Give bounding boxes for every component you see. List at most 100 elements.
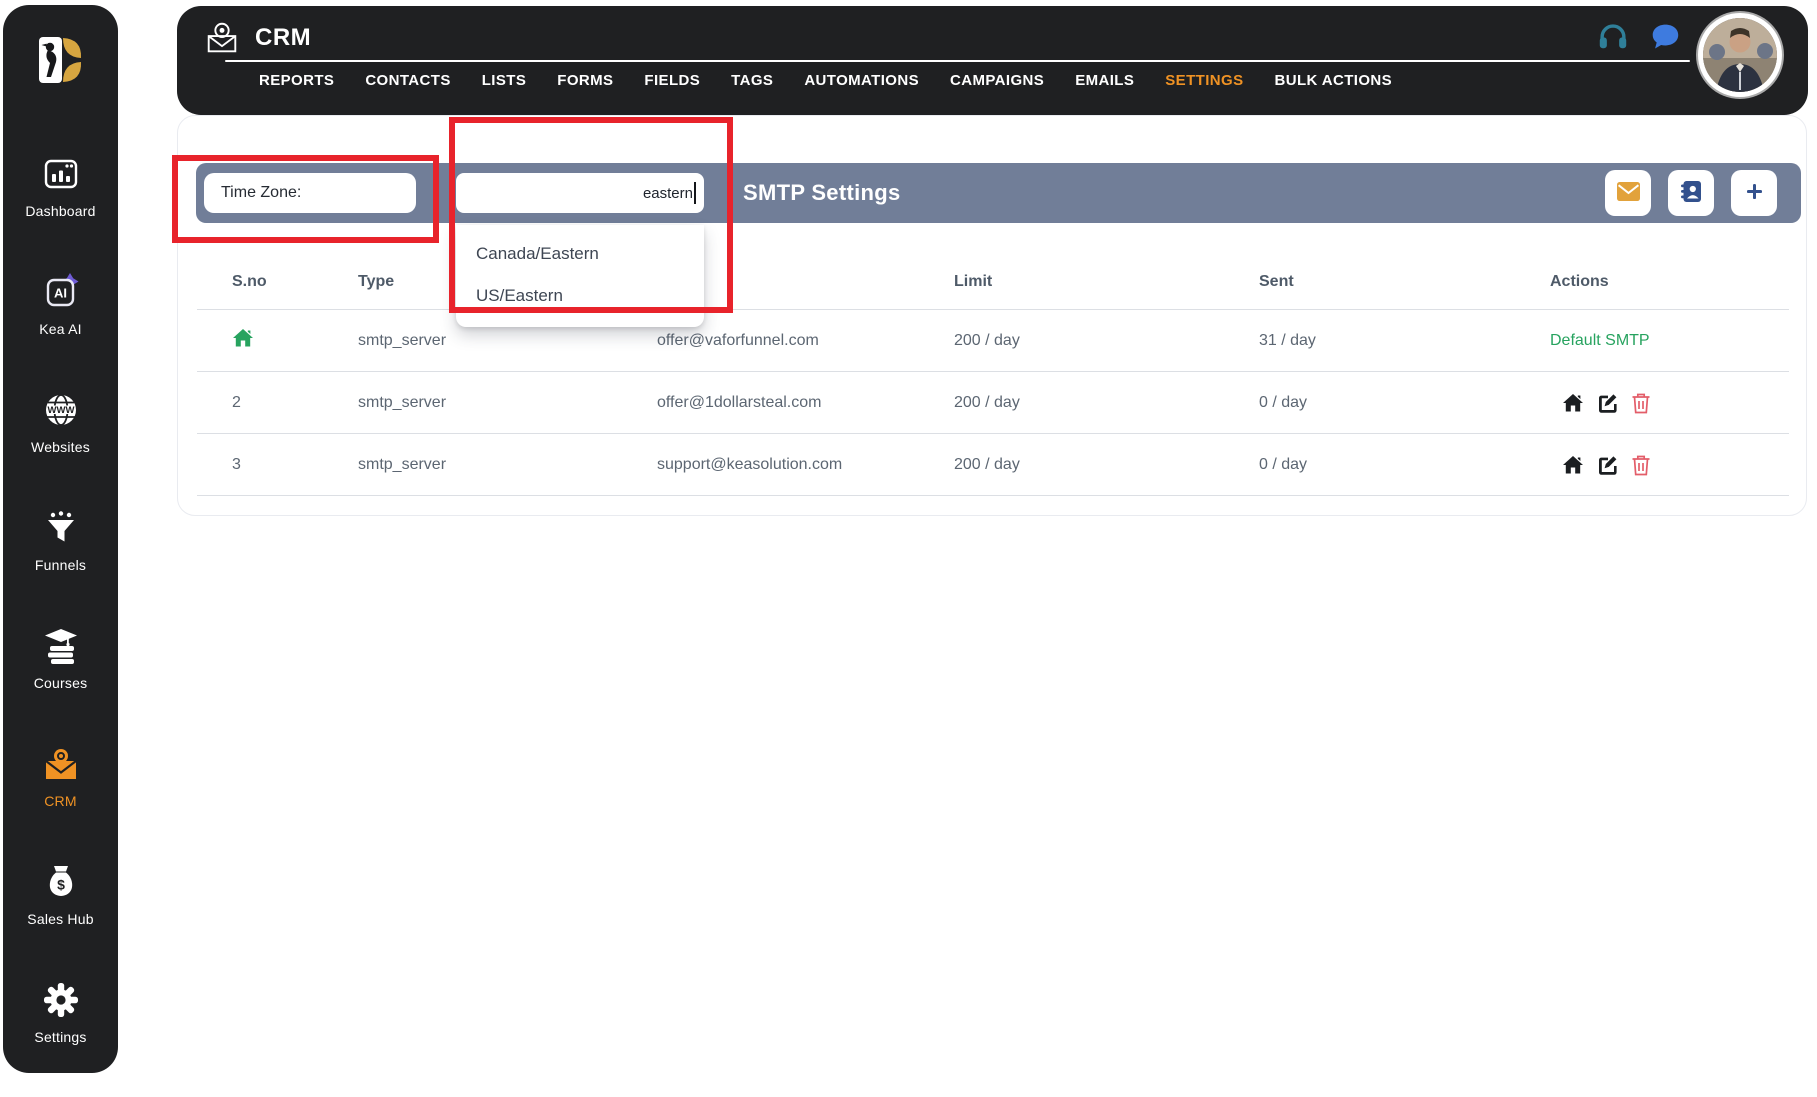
- money-bag-icon: $: [40, 861, 82, 903]
- funnels-icon: [40, 507, 82, 549]
- home-action-button[interactable]: [1562, 454, 1583, 475]
- column-header-limit: Limit: [954, 273, 993, 290]
- sidebar: Dashboard AI Kea AI WWW Websites Funnels Cours…: [3, 5, 118, 1073]
- home-icon: [1562, 456, 1584, 479]
- smtp-settings-toolbar: Time Zone: eastern SMTP Settings: [196, 163, 1801, 223]
- tab-emails[interactable]: EMAILS: [1075, 72, 1134, 89]
- tab-tags[interactable]: TAGS: [731, 72, 773, 89]
- cell-actions: [1550, 454, 1789, 476]
- smtp-table: S.no Type Limit Sent Actions smtp_server offe…: [197, 255, 1789, 496]
- crm-envelope-gear-icon: [40, 743, 82, 785]
- table-row: 3 smtp_server support@keasolution.com 200 /…: [197, 433, 1789, 495]
- sidebar-nav: Dashboard AI Kea AI WWW Websites Funnels Cours…: [3, 153, 118, 1097]
- cell-host: support@keasolution.com: [657, 455, 843, 473]
- table-row: 2 smtp_server offer@1dollarsteal.com 200 / …: [197, 371, 1789, 433]
- sidebar-item-sales-hub[interactable]: $ Sales Hub: [3, 861, 118, 953]
- edit-action-button[interactable]: [1596, 392, 1617, 413]
- sidebar-item-label: Kea AI: [39, 321, 82, 337]
- sidebar-item-label: Settings: [34, 1029, 87, 1045]
- cell-sent: 0 / day: [1259, 393, 1308, 411]
- sidebar-item-label: CRM: [44, 793, 77, 809]
- table-bottom-border: [197, 495, 1789, 496]
- brand-logo[interactable]: [32, 31, 90, 89]
- column-header-sent: Sent: [1259, 273, 1294, 290]
- sidebar-item-crm[interactable]: CRM: [3, 743, 118, 835]
- tab-bulk-actions[interactable]: BULK ACTIONS: [1274, 72, 1392, 89]
- sidebar-item-label: Websites: [31, 439, 90, 455]
- cell-actions: [1550, 392, 1789, 414]
- default-home-icon: [232, 329, 254, 353]
- home-action-button[interactable]: [1562, 392, 1583, 413]
- cell-sno: 3: [232, 455, 241, 473]
- svg-text:$: $: [57, 877, 65, 893]
- sidebar-item-courses[interactable]: Courses: [3, 625, 118, 717]
- cell-sent: 31 / day: [1259, 331, 1316, 349]
- column-header-sno: S.no: [232, 273, 267, 290]
- cell-sent: 0 / day: [1259, 455, 1308, 473]
- timezone-input[interactable]: eastern: [456, 173, 704, 213]
- section-title: SMTP Settings: [743, 180, 901, 205]
- svg-text:WWW: WWW: [47, 405, 74, 416]
- cell-actions: Default SMTP: [1550, 332, 1789, 350]
- cell-type: smtp_server: [358, 455, 447, 473]
- websites-icon: WWW: [40, 389, 82, 431]
- sidebar-item-label: Dashboard: [25, 203, 96, 219]
- cell-type: smtp_server: [358, 393, 447, 411]
- address-book-button[interactable]: [1668, 170, 1714, 216]
- sidebar-item-label: Sales Hub: [27, 911, 94, 927]
- sidebar-item-websites[interactable]: WWW Websites: [3, 389, 118, 481]
- cell-sno: 2: [232, 393, 241, 411]
- timezone-dropdown: Canada/Eastern US/Eastern: [456, 225, 704, 327]
- sidebar-item-dashboard[interactable]: Dashboard: [3, 153, 118, 245]
- cell-limit: 200 / day: [954, 455, 1020, 473]
- gear-icon: [40, 979, 82, 1021]
- delete-icon: [1631, 455, 1651, 479]
- envelope-icon: [1616, 182, 1640, 204]
- timezone-label-text: Time Zone:: [221, 184, 302, 201]
- plus-icon: [1744, 181, 1765, 205]
- tab-reports[interactable]: REPORTS: [259, 72, 334, 89]
- svg-text:AI: AI: [54, 286, 67, 301]
- bird-leaves-logo-icon: [32, 37, 90, 93]
- table-header-row: S.no Type Limit Sent Actions: [197, 255, 1789, 309]
- sidebar-item-label: Funnels: [34, 557, 87, 573]
- sidebar-item-kea-ai[interactable]: AI Kea AI: [3, 271, 118, 363]
- headphones-icon[interactable]: [1596, 19, 1630, 53]
- edit-icon: [1596, 456, 1618, 479]
- column-header-actions: Actions: [1550, 273, 1609, 290]
- default-smtp-label: Default SMTP: [1550, 331, 1650, 349]
- tab-campaigns[interactable]: CAMPAIGNS: [950, 72, 1044, 89]
- table-row: smtp_server offer@vaforfunnel.com 200 / da…: [197, 309, 1789, 371]
- cell-limit: 200 / day: [954, 393, 1020, 411]
- tab-forms[interactable]: FORMS: [557, 72, 613, 89]
- crm-envelope-gear-icon: [203, 19, 241, 57]
- delete-action-button[interactable]: [1630, 454, 1651, 476]
- chat-icon[interactable]: [1648, 19, 1682, 53]
- user-avatar[interactable]: [1703, 18, 1777, 92]
- sidebar-item-funnels[interactable]: Funnels: [3, 507, 118, 599]
- edit-icon: [1596, 394, 1618, 417]
- delete-action-button[interactable]: [1630, 392, 1651, 414]
- tab-contacts[interactable]: CONTACTS: [365, 72, 450, 89]
- tab-lists[interactable]: LISTS: [482, 72, 527, 89]
- home-icon: [1562, 394, 1584, 417]
- text-cursor: [694, 182, 696, 204]
- cell-type: smtp_server: [358, 331, 447, 349]
- cell-limit: 200 / day: [954, 331, 1020, 349]
- tab-settings[interactable]: SETTINGS: [1165, 72, 1243, 89]
- sidebar-item-settings[interactable]: Settings: [3, 979, 118, 1071]
- tab-fields[interactable]: FIELDS: [644, 72, 700, 89]
- tab-automations[interactable]: AUTOMATIONS: [804, 72, 919, 89]
- dropdown-option-us-eastern[interactable]: US/Eastern: [456, 275, 704, 317]
- timezone-input-value: eastern: [642, 184, 693, 202]
- cell-host: offer@vaforfunnel.com: [657, 331, 819, 349]
- smtp-settings-card: Time Zone: eastern SMTP Settings Canada/…: [177, 115, 1807, 516]
- add-smtp-button[interactable]: [1731, 170, 1777, 216]
- edit-action-button[interactable]: [1596, 454, 1617, 475]
- dropdown-option-canada-eastern[interactable]: Canada/Eastern: [456, 233, 704, 275]
- topbar-nav: REPORTS CONTACTS LISTS FORMS FIELDS TAGS AUTOM…: [259, 72, 1392, 89]
- courses-icon: [40, 625, 82, 667]
- dashboard-icon: [40, 153, 82, 195]
- toolbar-buttons: [1605, 170, 1777, 216]
- email-button[interactable]: [1605, 170, 1651, 216]
